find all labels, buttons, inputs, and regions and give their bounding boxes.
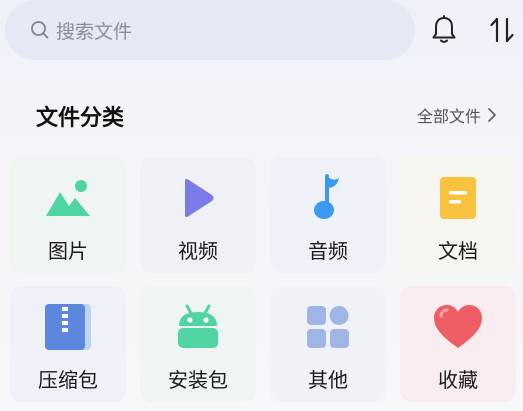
category-label: 收藏: [438, 368, 478, 392]
search-input[interactable]: 搜索文件: [56, 17, 132, 44]
category-label: 压缩包: [38, 368, 98, 392]
heart-icon: [400, 304, 516, 350]
all-files-link[interactable]: 全部文件: [417, 103, 497, 127]
zip-icon: [10, 304, 126, 350]
category-label: 其他: [308, 368, 348, 392]
category-label: 文档: [438, 239, 478, 263]
sort-icon[interactable]: [484, 12, 520, 48]
document-icon: [400, 175, 516, 221]
category-archives[interactable]: 压缩包: [10, 286, 126, 402]
search-bar[interactable]: 搜索文件: [5, 0, 415, 60]
category-other[interactable]: 其他: [270, 286, 386, 402]
video-play-icon: [140, 175, 256, 221]
category-videos[interactable]: 视频: [140, 157, 256, 273]
category-label: 图片: [48, 239, 88, 263]
notification-bell-icon[interactable]: [426, 12, 462, 48]
category-audio[interactable]: 音频: [270, 157, 386, 273]
search-icon: [31, 21, 49, 39]
category-installers[interactable]: 安装包: [140, 286, 256, 402]
category-label: 安装包: [168, 368, 228, 392]
chevron-right-icon: [488, 108, 496, 122]
android-icon: [140, 304, 256, 350]
category-label: 音频: [308, 239, 348, 263]
music-note-icon: [270, 174, 386, 221]
section-title: 文件分类: [36, 106, 125, 131]
category-label: 视频: [178, 239, 218, 263]
category-favorites[interactable]: 收藏: [400, 286, 516, 402]
grid-icon: [270, 304, 386, 350]
category-documents[interactable]: 文档: [400, 157, 516, 273]
category-images[interactable]: 图片: [10, 157, 126, 273]
all-files-label: 全部文件: [417, 107, 482, 126]
image-icon: [10, 175, 126, 221]
